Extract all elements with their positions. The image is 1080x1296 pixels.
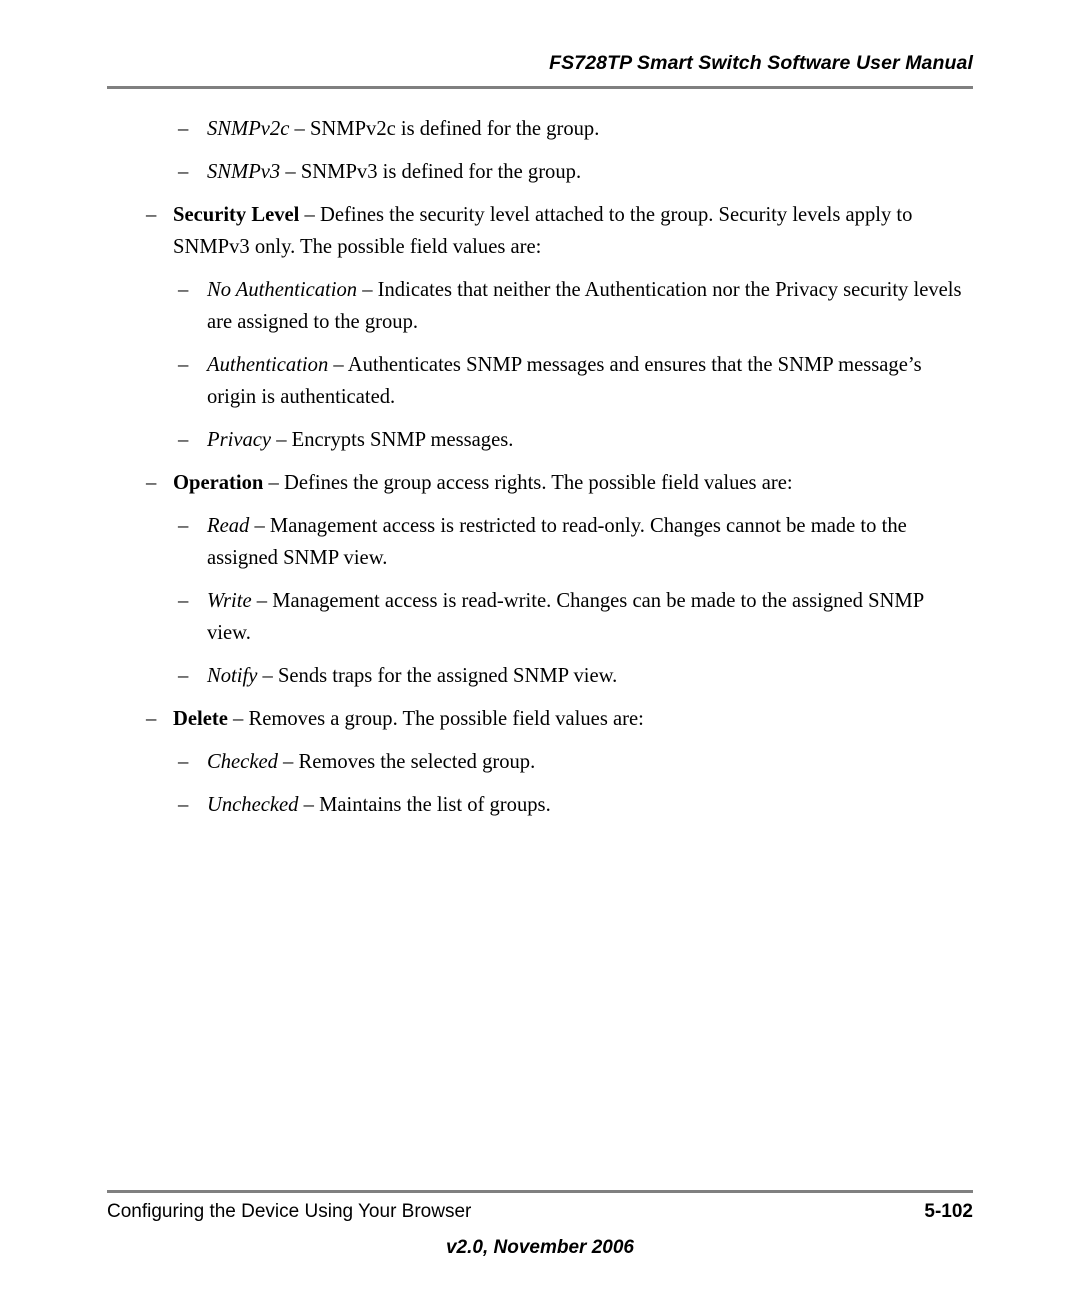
bullet-text: Management access is read-write. Changes…	[207, 590, 924, 644]
bullet-text: Management access is restricted to read-…	[207, 515, 907, 569]
bullet-dash: –	[178, 118, 189, 140]
bullet-separator: –	[249, 515, 270, 537]
bullet-separator: –	[289, 118, 310, 140]
bullet-term: Write	[207, 590, 252, 612]
bullet-term: Notify	[207, 665, 258, 687]
bullet-term: Checked	[207, 751, 278, 773]
bullet-term: Delete	[173, 708, 228, 730]
bullet-item: – Unchecked – Maintains the list of group…	[178, 789, 972, 821]
bullet-separator: –	[298, 794, 320, 816]
bullet-text: SNMPv2c is defined for the group.	[309, 118, 600, 140]
bullet-item: – Security Level – Defines the security l…	[146, 199, 972, 263]
bullet-term: Read	[207, 515, 250, 537]
header-rule	[107, 86, 973, 89]
bullet-text: Maintains the list of groups.	[319, 794, 551, 816]
bullet-separator: –	[257, 665, 278, 687]
document-version: v2.0, November 2006	[445, 1237, 634, 1258]
bullet-separator: –	[227, 708, 249, 730]
bullet-term: SNMPv2c	[207, 118, 290, 140]
bullet-dash: –	[178, 161, 189, 183]
bullet-dash: –	[178, 279, 189, 301]
bullet-text: Encrypts SNMP messages.	[291, 429, 514, 451]
bullet-term: SNMPv3	[207, 161, 281, 183]
page-header: FS728TP Smart Switch Software User Manua…	[107, 52, 973, 75]
bullet-separator: –	[277, 751, 299, 773]
bullet-term: Privacy	[207, 429, 272, 451]
bullet-term: Unchecked	[207, 794, 299, 816]
bullet-dash: –	[146, 708, 157, 730]
page-footer: Configuring the Device Using Your Browse…	[107, 1201, 973, 1227]
bullet-separator: –	[357, 279, 378, 301]
bullet-separator: –	[263, 472, 284, 494]
bullet-dash: –	[178, 794, 189, 816]
bullet-separator: –	[328, 354, 348, 376]
bullet-item: – Notify – Sends traps for the assigned S…	[178, 660, 972, 692]
bullet-item: – Write – Management access is read-write…	[178, 585, 972, 649]
footer-section-label: Configuring the Device Using Your Browse…	[107, 1201, 472, 1222]
page-body: – SNMPv2c – SNMPv2c is defined for the gr…	[0, 113, 1080, 832]
bullet-text: Defines the group access rights. The pos…	[283, 472, 793, 494]
manual-page: FS728TP Smart Switch Software User Manua…	[0, 0, 1080, 1296]
bullet-separator: –	[280, 161, 301, 183]
bullet-item: – SNMPv3 – SNMPv3 is defined for the grou…	[178, 156, 972, 188]
bullet-dash: –	[178, 751, 189, 773]
bullet-text: SNMPv3 is defined for the group.	[300, 161, 582, 183]
footer-rule	[107, 1190, 973, 1193]
bullet-dash: –	[178, 515, 189, 537]
bullet-dash: –	[178, 665, 189, 687]
bullet-term: Operation	[173, 472, 264, 494]
bullet-text: Removes a group. The possible field valu…	[248, 708, 644, 730]
bullet-separator: –	[299, 204, 320, 226]
bullet-term: Security Level	[173, 204, 300, 226]
bullet-item: – Privacy – Encrypts SNMP messages.	[178, 424, 972, 456]
page-number: 5-102	[924, 1201, 973, 1222]
bullet-item: – Authentication – Authenticates SNMP mes…	[178, 349, 972, 413]
bullet-text: Sends traps for the assigned SNMP view.	[277, 665, 618, 687]
bullet-term: Authentication	[207, 354, 329, 376]
bullet-dash: –	[178, 590, 189, 612]
bullet-item: – Read – Management access is restricted …	[178, 510, 972, 574]
bullet-item: – Checked – Removes the selected group.	[178, 746, 972, 778]
bullet-dash: –	[146, 472, 157, 494]
bullet-item: – Delete – Removes a group. The possible …	[146, 703, 972, 735]
bullet-item: – SNMPv2c – SNMPv2c is defined for the gr…	[178, 113, 972, 145]
bullet-separator: –	[271, 429, 292, 451]
bullet-item: – Operation – Defines the group access ri…	[146, 467, 972, 499]
bullet-dash: –	[178, 429, 189, 451]
bullet-dash: –	[146, 204, 157, 226]
bullet-item: – No Authentication – Indicates that neit…	[178, 274, 972, 338]
bullet-term: No Authentication	[207, 279, 358, 301]
header-title: FS728TP Smart Switch Software User Manua…	[549, 52, 973, 74]
bullet-text: Removes the selected group.	[298, 751, 536, 773]
bullet-dash: –	[178, 354, 189, 376]
bullet-separator: –	[251, 590, 273, 612]
